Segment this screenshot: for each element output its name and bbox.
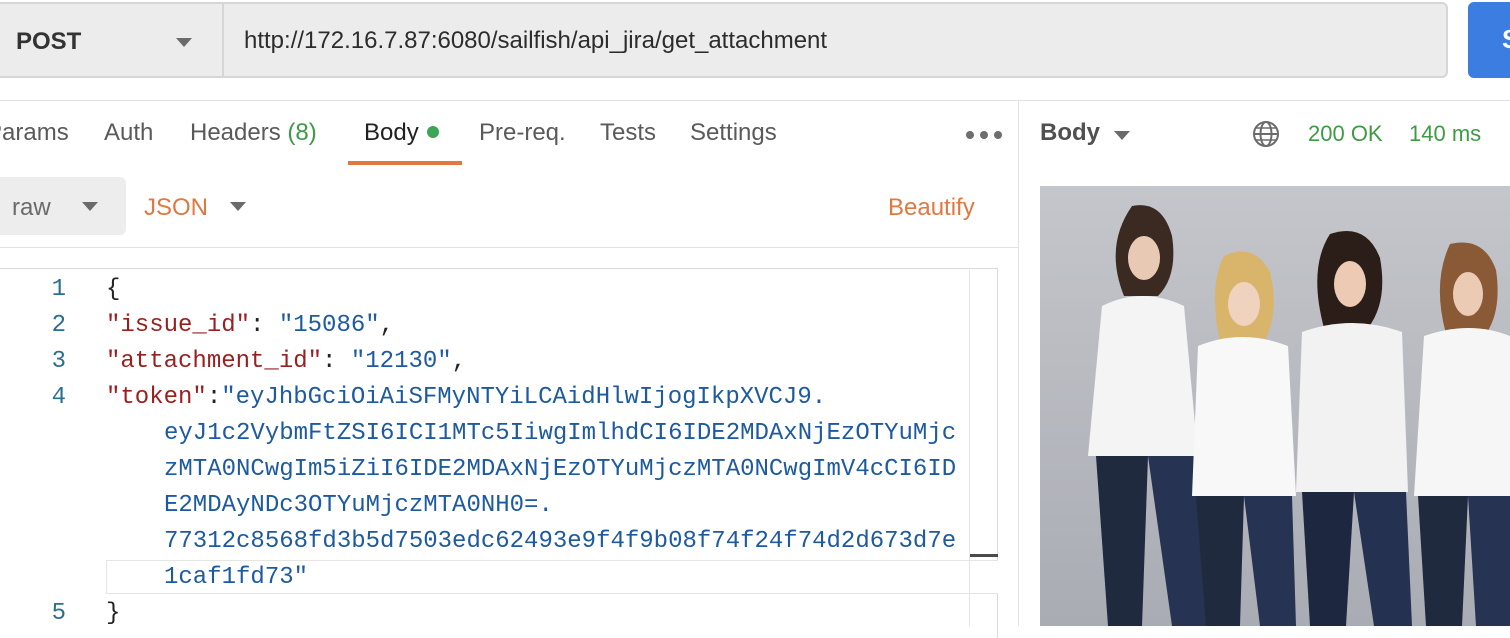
code-line: "attachment_id": "12130",	[106, 348, 466, 375]
send-button[interactable]: S	[1468, 2, 1510, 78]
line-number: 2	[51, 312, 66, 339]
divider	[0, 247, 1018, 248]
body-options: raw JSON Beautify	[0, 167, 1018, 247]
code-line-wrapped: zMTA0NCwgIm5iZiI6IDE2MDAxNjEzOTYuMjczMTA…	[164, 456, 957, 483]
line-number: 5	[51, 600, 66, 627]
beautify-button[interactable]: Beautify	[888, 194, 975, 222]
editor-scrollbar-track[interactable]	[969, 270, 970, 626]
code-line: "issue_id": "15086",	[106, 312, 394, 339]
chevron-down-icon[interactable]	[230, 202, 246, 211]
send-button-label: S	[1502, 24, 1510, 55]
body-modified-dot	[426, 125, 439, 138]
json-separator: :	[250, 312, 279, 339]
tab-auth[interactable]: Auth	[104, 119, 153, 147]
tab-params[interactable]: Params	[0, 119, 69, 147]
code-line: }	[106, 600, 120, 627]
request-bar: POST http://172.16.7.87:6080/sailfish/ap…	[0, 0, 1510, 100]
code-line-wrapped: eyJ1c2VybmFtZSI6ICI1MTc5IiwgImlhdCI6IDE2…	[164, 420, 957, 447]
active-tab-indicator	[348, 161, 462, 165]
language-select[interactable]: JSON	[144, 194, 208, 222]
code-line: {	[106, 276, 120, 303]
line-number: 4	[51, 384, 66, 411]
line-number: 1	[51, 276, 66, 303]
json-key: "issue_id"	[106, 312, 251, 339]
json-comma: ,	[379, 312, 395, 339]
tab-body[interactable]: Body	[364, 119, 439, 147]
tab-settings[interactable]: Settings	[690, 119, 777, 147]
json-separator: :	[206, 384, 222, 411]
chevron-down-icon	[82, 202, 98, 211]
photo-image	[1040, 186, 1510, 626]
json-string: "15086"	[278, 312, 380, 339]
body-mode-label: raw	[12, 194, 51, 221]
tab-tests[interactable]: Tests	[600, 119, 656, 147]
json-separator: :	[322, 348, 351, 375]
request-tabs: Params Auth Headers (8) Body Pre-req. Te…	[0, 101, 1018, 167]
json-comma: ,	[451, 348, 467, 375]
tab-body-label: Body	[364, 119, 419, 146]
method-label: POST	[16, 28, 82, 55]
json-string: "12130"	[350, 348, 452, 375]
globe-icon[interactable]	[1252, 120, 1280, 148]
editor-scrollbar-thumb[interactable]	[970, 554, 998, 557]
code-line-wrapped: E2MDAyNDc3OTYuMjczMTA0NH0=.	[164, 492, 553, 519]
code-line-wrapped: 77312c8568fd3b5d7503edc62493e9f4f9b08f74…	[164, 528, 957, 555]
more-horizontal-icon[interactable]	[966, 131, 1002, 139]
method-select[interactable]: POST	[0, 2, 222, 78]
tab-headers[interactable]: Headers (8)	[190, 119, 317, 147]
code-line: "token":"eyJhbGciOiAiSFMyNTYiLCAidHlwIjo…	[106, 384, 826, 411]
chevron-down-icon	[176, 38, 192, 47]
tab-headers-label: Headers	[190, 119, 281, 146]
url-text: http://172.16.7.87:6080/sailfish/api_jir…	[244, 27, 828, 54]
line-number: 3	[51, 348, 66, 375]
json-string: "eyJhbGciOiAiSFMyNTYiLCAidHlwIjogIkpXVCJ…	[221, 384, 827, 411]
response-body-select[interactable]: Body	[1040, 119, 1100, 147]
code-line-wrapped: 1caf1fd73"	[164, 564, 309, 591]
response-image-preview	[1040, 186, 1510, 626]
url-input[interactable]: http://172.16.7.87:6080/sailfish/api_jir…	[222, 2, 1448, 78]
json-brace: {	[106, 276, 121, 303]
body-mode-select[interactable]: raw	[0, 177, 126, 235]
json-brace: }	[106, 600, 121, 627]
headers-count-badge: (8)	[287, 119, 317, 146]
json-key: "token"	[106, 384, 207, 411]
tab-prerequest[interactable]: Pre-req.	[479, 119, 566, 147]
response-time[interactable]: 140 ms	[1409, 121, 1481, 147]
json-key: "attachment_id"	[106, 348, 323, 375]
pane-divider[interactable]	[1018, 101, 1019, 626]
response-status[interactable]: 200 OK	[1308, 121, 1383, 147]
chevron-down-icon[interactable]	[1114, 131, 1130, 140]
